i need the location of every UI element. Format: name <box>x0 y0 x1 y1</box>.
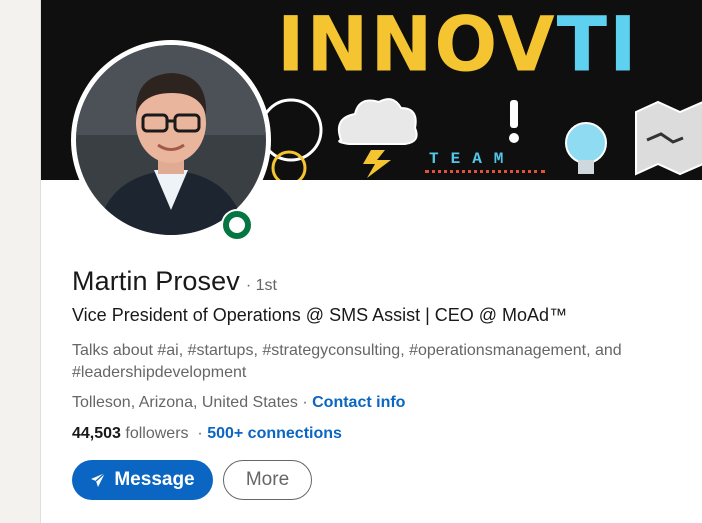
followers-label: followers <box>120 425 189 442</box>
connections-link[interactable]: 500+ connections <box>207 425 342 442</box>
stats-separator: · <box>188 425 208 442</box>
avatar-photo <box>76 45 266 235</box>
exclamation-doodle <box>510 100 518 128</box>
profile-talks-about: Talks about #ai, #startups, #strategycon… <box>72 342 622 381</box>
location-separator: · <box>297 394 313 411</box>
profile-location: Tolleson, Arizona, United States <box>72 394 298 411</box>
avatar-illustration <box>76 45 266 235</box>
connection-degree: · 1st <box>245 277 277 294</box>
profile-location-row: Tolleson, Arizona, United States · Conta… <box>72 394 405 412</box>
send-icon <box>90 472 106 488</box>
profile-name: Martin Prosev <box>72 266 240 296</box>
contact-info-link[interactable]: Contact info <box>312 394 405 411</box>
cloud-doodle <box>337 98 418 145</box>
profile-stats-row: 44,503 followers · 500+ connections <box>72 425 342 443</box>
message-button-label: Message <box>114 469 195 490</box>
lightning-doodle <box>363 150 391 178</box>
lightbulb-doodle <box>565 122 607 164</box>
more-button[interactable]: More <box>223 460 312 500</box>
profile-name-row: Martin Prosev · 1st <box>72 266 277 297</box>
more-button-label: More <box>245 469 290 490</box>
banner-team-dots <box>425 170 545 180</box>
message-button[interactable]: Message <box>72 460 213 500</box>
banner-team-text: TEAM <box>429 150 516 168</box>
online-status-icon <box>223 211 251 239</box>
profile-headline: Vice President of Operations @ SMS Assis… <box>72 305 568 325</box>
profile-card: INNOVTI TEAM Martin Prosev · 1st Vice Pr… <box>40 0 702 523</box>
online-status-badge <box>221 209 253 241</box>
followers-count: 44,503 <box>72 425 121 442</box>
